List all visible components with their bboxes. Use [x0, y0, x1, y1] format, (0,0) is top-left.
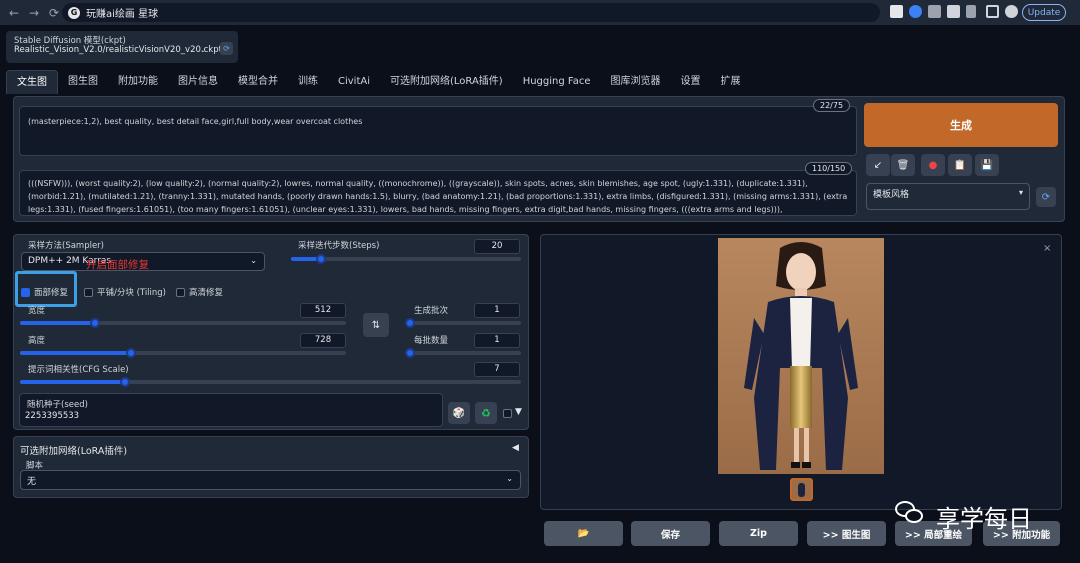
forward-icon[interactable]: →: [26, 5, 42, 21]
site-icon: G: [68, 6, 80, 19]
tab-train[interactable]: 训练: [288, 70, 328, 94]
face-restore-checkbox[interactable]: 面部修复: [21, 286, 68, 298]
generated-image[interactable]: [718, 238, 884, 474]
swap-dimensions-icon[interactable]: ⇅: [363, 313, 389, 337]
steps-input[interactable]: 20: [474, 239, 520, 254]
save-button[interactable]: 保存: [631, 521, 710, 546]
tab-hugging-face[interactable]: Hugging Face: [513, 70, 601, 94]
refresh-icon[interactable]: ⟳: [220, 42, 233, 55]
prompt-token-counter: 22/75: [813, 99, 851, 112]
batch-size-input[interactable]: 1: [474, 333, 520, 348]
steps-label: 采样迭代步数(Steps): [298, 241, 380, 251]
trash-icon[interactable]: 🗑: [891, 154, 915, 176]
cfg-label: 提示词相关性(CFG Scale): [28, 365, 129, 375]
tab-lora[interactable]: 可选附加网络(LoRA插件): [380, 70, 513, 94]
folder-icon: 📂: [577, 528, 590, 539]
avatar[interactable]: [1005, 5, 1018, 18]
extra-seed-checkbox[interactable]: [503, 409, 512, 418]
refresh-icon[interactable]: ⟳: [1036, 187, 1056, 207]
batch-count-label: 生成批次: [414, 306, 449, 316]
extension-icon[interactable]: [890, 5, 903, 18]
style-label: 模板风格: [873, 190, 910, 200]
height-slider[interactable]: [20, 348, 346, 358]
tab-extensions[interactable]: 扩展: [711, 70, 751, 94]
batch-size-slider[interactable]: [405, 348, 521, 358]
tab-image-browser[interactable]: 图库浏览器: [601, 70, 671, 94]
zip-button[interactable]: Zip: [719, 521, 798, 546]
tab-title: 玩赚ai绘画 星球: [86, 9, 159, 20]
tiling-checkbox[interactable]: 平铺/分块 (Tiling): [84, 286, 166, 298]
script-dropdown[interactable]: 无 ⌄: [20, 470, 521, 490]
tab-txt2img[interactable]: 文生图: [6, 70, 58, 94]
close-icon[interactable]: ×: [1043, 243, 1051, 254]
send-to-img2img-button[interactable]: >> 图生图: [807, 521, 886, 546]
cfg-input[interactable]: 7: [474, 362, 520, 377]
dice-icon[interactable]: 🎲: [448, 402, 470, 424]
generate-button[interactable]: 生成: [864, 103, 1058, 147]
script-value: 无: [27, 477, 37, 487]
sampler-label: 采样方法(Sampler): [28, 241, 104, 251]
save-style-icon[interactable]: 💾: [975, 154, 999, 176]
tab-png-info[interactable]: 图片信息: [168, 70, 228, 94]
puzzle-icon[interactable]: [947, 5, 960, 18]
height-input[interactable]: 728: [300, 333, 346, 348]
seed-label: 随机种子(seed): [27, 400, 88, 410]
tiling-label: 平铺/分块 (Tiling): [97, 288, 166, 298]
lora-accordion-title[interactable]: 可选附加网络(LoRA插件): [20, 443, 127, 457]
thumbnail[interactable]: [790, 478, 813, 501]
model-dropdown[interactable]: Realistic_Vision_V2.0/realisticVisionV20…: [14, 45, 222, 55]
update-button[interactable]: Update: [1022, 4, 1066, 21]
batch-size-label: 每批数量: [414, 336, 449, 346]
camera-icon[interactable]: [928, 5, 941, 18]
prompt-input[interactable]: (masterpiece:1,2), best quality, best de…: [19, 106, 857, 156]
chevron-down-icon: ⌄: [250, 256, 257, 265]
tab-extras[interactable]: 附加功能: [108, 70, 168, 94]
collapse-icon[interactable]: ◀: [512, 443, 519, 453]
sidepanel-icon[interactable]: [986, 5, 999, 18]
model-selector-panel: Stable Diffusion 模型(ckpt) Realistic_Visi…: [6, 31, 238, 63]
extension-icon[interactable]: [909, 5, 922, 18]
back-icon[interactable]: ←: [6, 5, 22, 21]
width-label: 宽度: [28, 306, 46, 316]
batch-count-input[interactable]: 1: [474, 303, 520, 318]
style-icon[interactable]: ●: [921, 154, 945, 176]
thumbnail-figure: [798, 483, 805, 497]
width-slider[interactable]: [20, 318, 346, 328]
seed-field[interactable]: 随机种子(seed) 2253395533: [19, 393, 443, 427]
watermark-text: 享学每日: [936, 505, 1032, 533]
tab-img2img[interactable]: 图生图: [58, 70, 108, 94]
tab-settings[interactable]: 设置: [671, 70, 711, 94]
open-folder-button[interactable]: 📂: [544, 521, 623, 546]
chevron-down-icon: ▾: [1018, 188, 1023, 197]
main-tabs: 文生图 图生图 附加功能 图片信息 模型合并 训练 CivitAi 可选附加网络…: [6, 70, 751, 94]
clipboard-icon[interactable]: 📋: [948, 154, 972, 176]
reload-icon[interactable]: ⟳: [46, 5, 62, 21]
recycle-icon[interactable]: ♻: [475, 402, 497, 424]
wechat-icon: [893, 499, 925, 525]
negative-token-counter: 110/150: [805, 162, 853, 175]
triangle-down-icon[interactable]: ▼: [515, 407, 522, 417]
address-bar[interactable]: G 玩赚ai绘画 星球: [62, 3, 880, 22]
tab-checkpoint-merger[interactable]: 模型合并: [228, 70, 288, 94]
height-label: 高度: [28, 336, 46, 346]
cfg-slider[interactable]: [20, 377, 521, 387]
paste-icon[interactable]: ↙: [866, 154, 890, 176]
batch-count-slider[interactable]: [405, 318, 521, 328]
negative-prompt-input[interactable]: (((NSFW))), (worst quality:2), (low qual…: [19, 170, 857, 216]
extension-icon[interactable]: [966, 5, 976, 18]
hires-checkbox[interactable]: 高清修复: [176, 286, 223, 298]
chevron-down-icon: ⌄: [200, 45, 207, 54]
tab-civitai[interactable]: CivitAi: [328, 70, 380, 94]
chevron-down-icon: ⌄: [506, 474, 513, 483]
face-restore-label: 面部修复: [34, 288, 69, 298]
style-dropdown[interactable]: 模板风格 ▾: [866, 183, 1030, 210]
hires-label: 高清修复: [189, 288, 224, 298]
steps-slider[interactable]: [291, 254, 521, 264]
annotation-text: 开启面部修复: [86, 259, 149, 271]
width-input[interactable]: 512: [300, 303, 346, 318]
seed-value: 2253395533: [25, 411, 80, 421]
